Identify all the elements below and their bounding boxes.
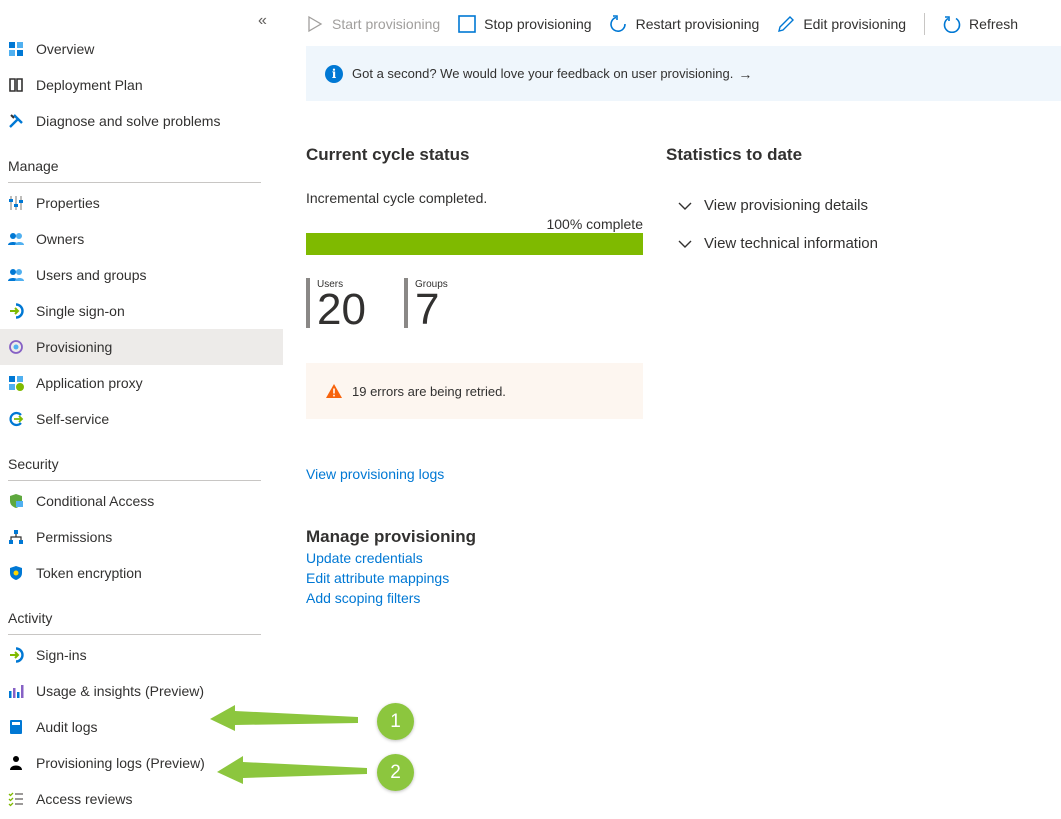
annotation-callout-2: 2 xyxy=(377,754,414,791)
annotation-arrow-2 xyxy=(217,756,367,784)
annotation-arrow-1 xyxy=(210,705,358,731)
annotation-callout-1: 1 xyxy=(377,703,414,740)
annotation-arrows xyxy=(210,705,367,784)
